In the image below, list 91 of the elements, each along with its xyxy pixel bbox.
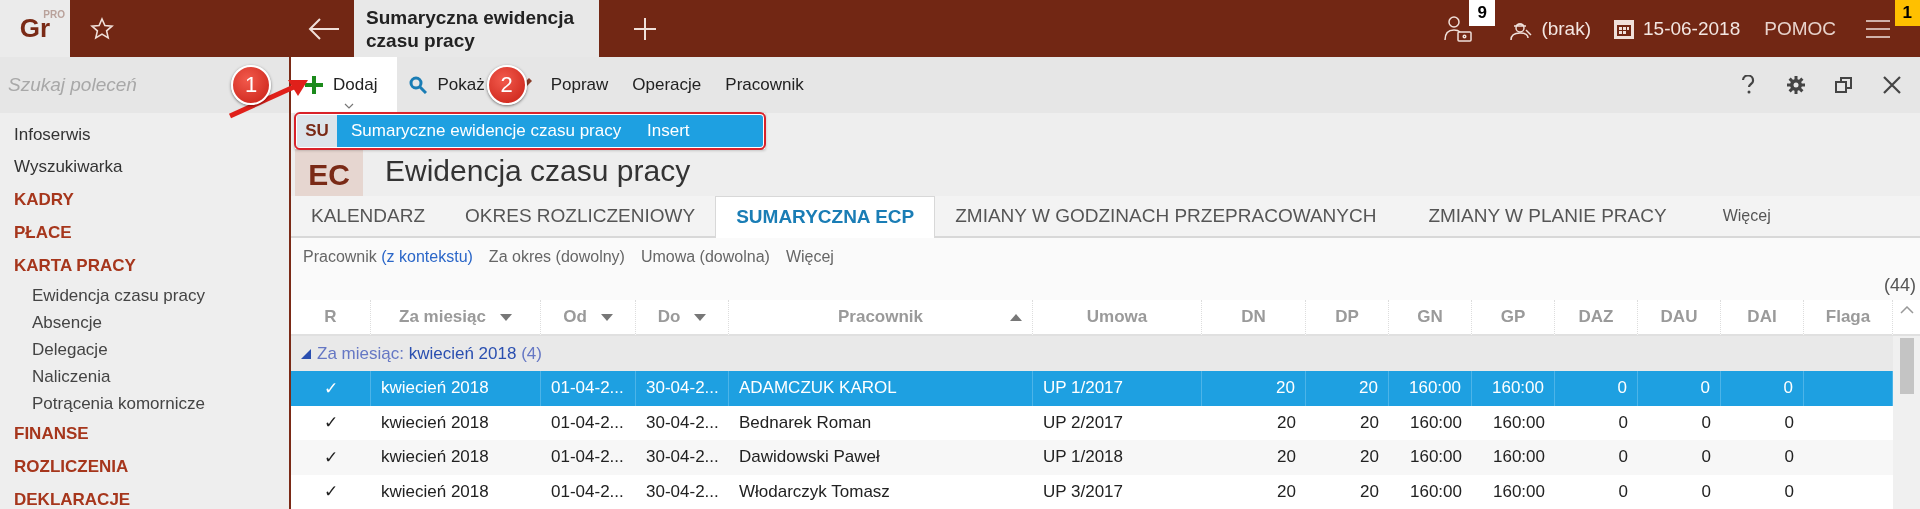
- document-tab[interactable]: Sumaryczna ewidencja czasu pracy: [354, 0, 599, 57]
- filter-link[interactable]: Pracownik (z kontekstu): [303, 247, 473, 266]
- count-badge: 9: [1469, 0, 1495, 26]
- filter-link[interactable]: Umowa (dowolna): [640, 247, 770, 266]
- table-cell: kwiecień 2018: [371, 440, 541, 475]
- table-cell: 30-04-2...: [636, 474, 729, 509]
- sidebar-item[interactable]: Wyszukiwarka: [0, 151, 123, 183]
- check-mark: ✓: [291, 371, 371, 406]
- table-cell: 0: [1721, 405, 1804, 440]
- help-link[interactable]: POMOC: [1764, 17, 1836, 40]
- table-cell: 160:00: [1472, 405, 1555, 440]
- filter-link[interactable]: Za okres (dowolny): [488, 247, 625, 266]
- table-cell: 160:00: [1472, 371, 1555, 406]
- table-cell: 0: [1555, 474, 1638, 509]
- table-cell: UP 2/2017: [1033, 405, 1202, 440]
- table-cell: 160:00: [1389, 474, 1472, 509]
- tab[interactable]: SUMARYCZNA ECP: [715, 195, 936, 238]
- table-cell: UP 1/2017: [1033, 371, 1202, 406]
- table-cell: 20: [1306, 474, 1389, 509]
- table-cell: kwiecień 2018: [371, 405, 541, 440]
- check-mark: ✓: [291, 474, 371, 509]
- table-cell: kwiecień 2018: [371, 474, 541, 509]
- sidebar-section[interactable]: KADRY: [0, 183, 74, 216]
- table-cell: 0: [1721, 440, 1804, 475]
- table-cell: 30-04-2...: [636, 440, 729, 475]
- toolbar-button[interactable]: Pracownik: [725, 73, 804, 97]
- table-cell: 20: [1306, 371, 1389, 406]
- check-mark: ✓: [291, 440, 371, 475]
- table-cell: 0: [1638, 474, 1721, 509]
- check-mark: ✓: [291, 405, 371, 440]
- table-cell: 160:00: [1389, 371, 1472, 406]
- table-cell: UP 1/2018: [1033, 440, 1202, 475]
- table-cell: 01-04-2...: [541, 405, 636, 440]
- sidebar-item[interactable]: Infoserwis: [0, 119, 91, 151]
- table-cell: 30-04-2...: [636, 371, 729, 406]
- table-cell: 30-04-2...: [636, 405, 729, 440]
- tab[interactable]: KALENDARZ: [291, 195, 446, 236]
- table-cell: kwiecień 2018: [371, 371, 541, 406]
- sidebar-section[interactable]: PŁACE: [0, 216, 72, 249]
- operator-label[interactable]: (brak): [1541, 17, 1591, 40]
- table-cell: 01-04-2...: [541, 371, 636, 406]
- table-cell: 20: [1202, 405, 1306, 440]
- sidebar-item[interactable]: Naliczenia: [0, 363, 111, 390]
- menu-item[interactable]: SU Sumaryczne ewidencje czasu pracy Insert: [297, 115, 763, 147]
- table-cell: 01-04-2...: [541, 440, 636, 475]
- table-cell: Dawidowski Paweł: [729, 440, 1033, 475]
- table-cell: 160:00: [1472, 474, 1555, 509]
- table-cell: 160:00: [1472, 440, 1555, 475]
- sidebar-item[interactable]: Delegacje: [0, 336, 108, 363]
- table-cell: 20: [1202, 371, 1306, 406]
- page-title: Ewidencja czasu pracy: [385, 153, 691, 189]
- tab[interactable]: ZMIANY W PLANIE PRACY: [1408, 195, 1687, 236]
- sidebar-section[interactable]: DEKLARACJE: [0, 483, 131, 509]
- record-count: (44): [1884, 275, 1916, 296]
- table-cell: 0: [1638, 371, 1721, 406]
- table-cell: UP 3/2017: [1033, 474, 1202, 509]
- sidebar-item[interactable]: Absencje: [0, 309, 102, 336]
- table-cell: Włodarczyk Tomasz: [729, 474, 1033, 509]
- filter-link[interactable]: Więcej: [785, 247, 834, 266]
- toolbar-button[interactable]: Popraw: [550, 73, 609, 97]
- table-cell: 0: [1638, 440, 1721, 475]
- table-cell: ADAMCZUK KAROL: [729, 371, 1033, 406]
- group-label: Za miesiąc: kwiecień 2018 (4): [317, 343, 542, 364]
- tab[interactable]: OKRES ROZLICZENIOWY: [445, 195, 716, 236]
- table-cell: 20: [1202, 474, 1306, 509]
- table-cell: 20: [1306, 440, 1389, 475]
- table-cell: 0: [1555, 405, 1638, 440]
- table-cell: 20: [1202, 440, 1306, 475]
- table-cell: 0: [1721, 474, 1804, 509]
- table-cell: Bednarek Roman: [729, 405, 1033, 440]
- sidebar-item[interactable]: Potrącenia komornicze: [0, 390, 205, 417]
- notification-badge: 1: [1894, 0, 1920, 26]
- table-cell: 01-04-2...: [541, 474, 636, 509]
- toolbar-button[interactable]: Dodaj: [291, 57, 398, 113]
- sidebar-section[interactable]: KARTA PRACY: [0, 249, 136, 282]
- sidebar-section[interactable]: ROZLICZENIA: [0, 450, 129, 483]
- table-cell: 160:00: [1389, 405, 1472, 440]
- app-logo[interactable]: Gr$^{PRO}$: [0, 0, 70, 57]
- toolbar-button[interactable]: Pokaż: [409, 73, 485, 97]
- table-cell: 160:00: [1389, 440, 1472, 475]
- table-cell: 0: [1555, 440, 1638, 475]
- tab[interactable]: Więcej: [1702, 195, 1791, 236]
- table-cell: 0: [1638, 405, 1721, 440]
- date-label[interactable]: 15-06-2018: [1643, 17, 1741, 40]
- toolbar-button[interactable]: Operacje: [632, 73, 702, 97]
- table-cell: 0: [1555, 371, 1638, 406]
- tab[interactable]: ZMIANY W GODZINACH PRZEPRACOWANYCH: [935, 195, 1397, 236]
- sidebar-section[interactable]: FINANSE: [0, 417, 89, 450]
- sidebar-item[interactable]: Ewidencja czasu pracy: [0, 282, 205, 309]
- table-cell: 20: [1306, 405, 1389, 440]
- table-cell: 0: [1721, 371, 1804, 406]
